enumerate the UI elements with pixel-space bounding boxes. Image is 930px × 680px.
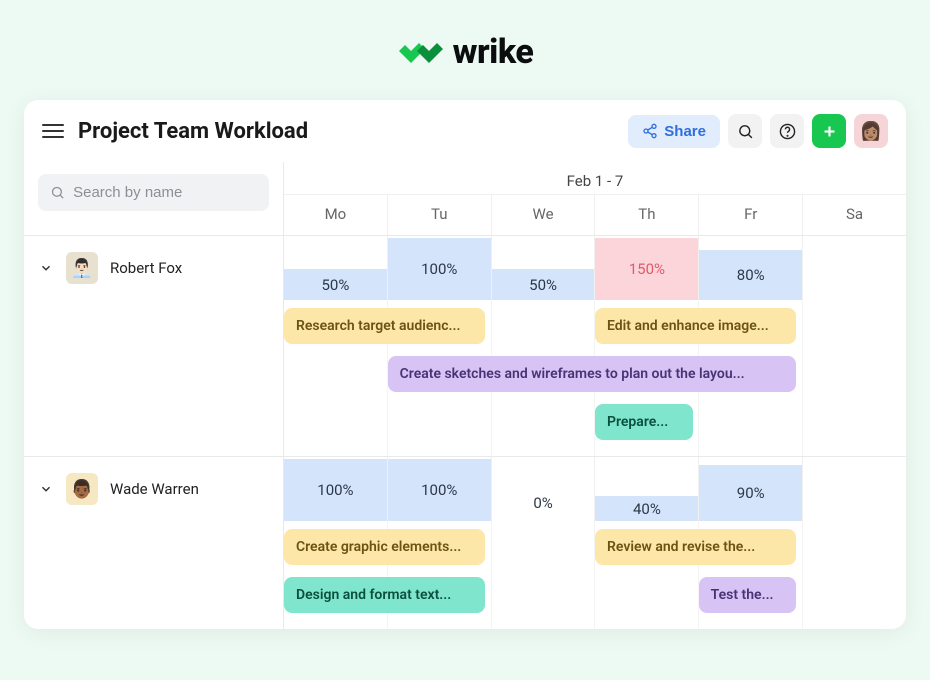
days-row: MoTuWeThFrSa [284, 195, 906, 235]
chevron-down-icon [38, 482, 54, 496]
workload-cells: 100%100%0%40%90% [284, 457, 906, 521]
wrike-logo-text: wrike [453, 32, 534, 72]
workload-cell[interactable]: 100% [284, 457, 387, 521]
workload-cell[interactable]: 50% [491, 236, 595, 300]
workload-bar: 100% [388, 459, 491, 521]
task-row: Design and format text... Test the... [284, 577, 906, 617]
people-container: 👨🏻‍💼Robert Fox50%100%50%150%80%Research … [24, 235, 906, 629]
workload-cell[interactable]: 90% [698, 457, 802, 521]
person-name: Wade Warren [110, 480, 199, 498]
workload-cell[interactable]: 100% [387, 236, 491, 300]
day-header: Sa [802, 195, 906, 235]
workload-bar: 50% [492, 269, 595, 300]
task-row: Create sketches and wireframes to plan o… [284, 356, 906, 396]
day-header: Th [594, 195, 698, 235]
workload-bar: 150% [595, 238, 698, 300]
help-button[interactable] [770, 114, 804, 148]
workload-bar: 100% [388, 238, 491, 300]
workload-bar [803, 264, 906, 300]
workload-bar: 100% [284, 459, 387, 521]
date-range: Feb 1 - 7 [284, 162, 906, 195]
wrike-logo: wrike [397, 32, 534, 72]
task-bar[interactable]: Prepare... [595, 404, 693, 440]
task-bar[interactable]: Create sketches and wireframes to plan o… [388, 356, 797, 392]
search-box[interactable] [38, 174, 269, 211]
app-header: Project Team Workload Share [24, 100, 906, 162]
workload-cell[interactable]: 80% [698, 236, 802, 300]
workload-cell[interactable]: 40% [594, 457, 698, 521]
day-header: Tu [387, 195, 491, 235]
person-label[interactable]: 👨🏾 Wade Warren [24, 457, 284, 521]
task-row: Prepare... [284, 404, 906, 444]
person-label[interactable]: 👨🏻‍💼 Robert Fox [24, 236, 284, 300]
tasks-left-pad [24, 521, 284, 629]
chevron-down-icon [38, 261, 54, 275]
user-avatar[interactable]: 👩🏽 [854, 114, 888, 148]
task-bar[interactable]: Edit and enhance image... [595, 308, 796, 344]
tasks-left-pad [24, 300, 284, 456]
workload-bar [803, 485, 906, 521]
person-name: Robert Fox [110, 259, 182, 277]
task-row: Create graphic elements... Review and rev… [284, 529, 906, 569]
search-icon [737, 123, 754, 140]
workload-cell[interactable]: 150% [594, 236, 698, 300]
search-input[interactable] [73, 184, 257, 201]
header-actions: Share 👩🏽 [628, 114, 888, 148]
timeline-header-wrap: Feb 1 - 7 MoTuWeThFrSa [24, 162, 906, 235]
app-window: Project Team Workload Share [24, 100, 906, 629]
wrike-logo-icon [397, 37, 445, 67]
task-bar[interactable]: Test the... [699, 577, 797, 613]
search-button[interactable] [728, 114, 762, 148]
add-button[interactable] [812, 114, 846, 148]
plus-icon [821, 123, 838, 140]
person-avatar: 👨🏾 [66, 473, 98, 505]
workload-cell[interactable]: 50% [284, 236, 387, 300]
day-header: We [491, 195, 595, 235]
person-section: 👨🏾Wade Warren100%100%0%40%90%Create grap… [24, 456, 906, 629]
day-header: Mo [284, 195, 387, 235]
day-header: Fr [698, 195, 802, 235]
workload-bar: 40% [595, 496, 698, 521]
task-bar[interactable]: Create graphic elements... [284, 529, 485, 565]
task-bar[interactable]: Review and revise the... [595, 529, 796, 565]
search-icon [50, 184, 65, 201]
timeline-header: Feb 1 - 7 MoTuWeThFrSa [284, 162, 906, 235]
menu-icon[interactable] [42, 120, 64, 142]
tasks-grid: Create graphic elements... Review and rev… [284, 521, 906, 629]
page-title: Project Team Workload [78, 119, 614, 144]
tasks-area: Create graphic elements... Review and rev… [24, 521, 906, 629]
task-bar[interactable]: Design and format text... [284, 577, 485, 613]
workload-cell[interactable]: 100% [387, 457, 491, 521]
workload-bar: 90% [699, 465, 802, 521]
workload-bar: 80% [699, 250, 802, 300]
tasks-area: Research target audienc... Edit and enhan… [24, 300, 906, 456]
share-button[interactable]: Share [628, 115, 720, 148]
workload-cell[interactable] [802, 236, 906, 300]
workload-bar: 0% [492, 485, 595, 521]
person-section: 👨🏻‍💼Robert Fox50%100%50%150%80%Research … [24, 235, 906, 456]
share-label: Share [664, 123, 706, 140]
workload-cell[interactable]: 0% [491, 457, 595, 521]
tasks-grid: Research target audienc... Edit and enhan… [284, 300, 906, 456]
workload-cell[interactable] [802, 457, 906, 521]
task-row: Research target audienc... Edit and enhan… [284, 308, 906, 348]
person-row: 👨🏻‍💼Robert Fox50%100%50%150%80% [24, 236, 906, 300]
workload-bar: 50% [284, 269, 387, 300]
task-bar[interactable]: Research target audienc... [284, 308, 485, 344]
share-icon [642, 123, 658, 139]
brand-header: wrike [0, 0, 930, 100]
person-avatar: 👨🏻‍💼 [66, 252, 98, 284]
person-row: 👨🏾Wade Warren100%100%0%40%90% [24, 457, 906, 521]
workload-cells: 50%100%50%150%80% [284, 236, 906, 300]
search-column [24, 162, 284, 235]
help-icon [779, 123, 796, 140]
